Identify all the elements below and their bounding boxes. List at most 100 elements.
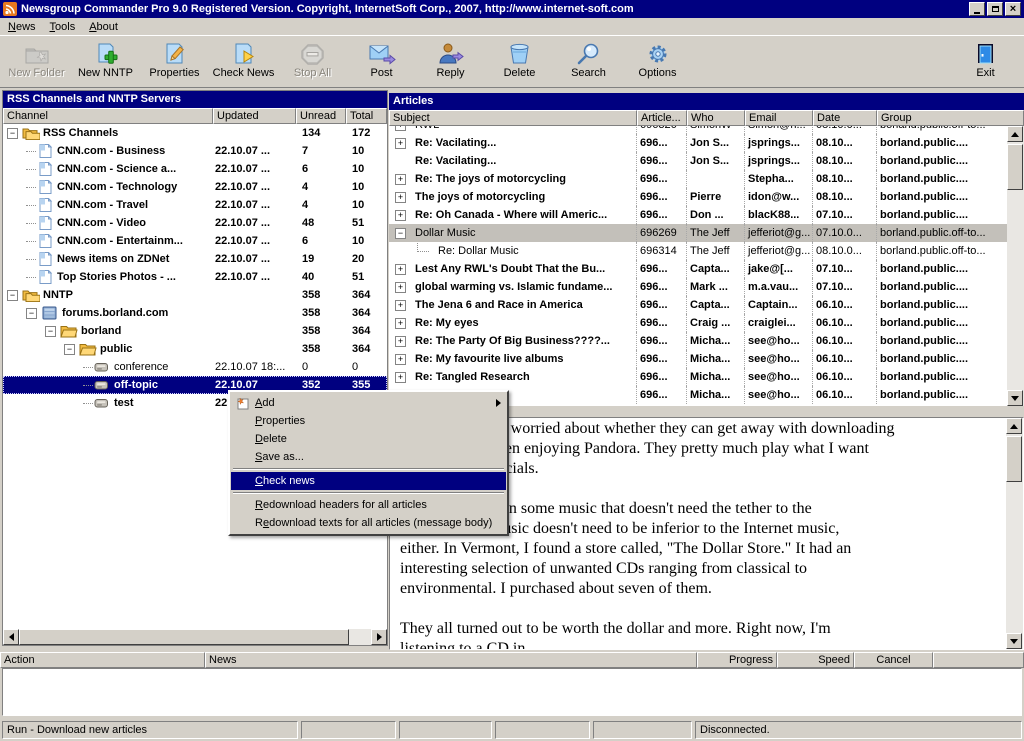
tree-row-news-items-on-zdnet[interactable]: News items on ZDNet22.10.07 ...1920: [3, 250, 387, 268]
tree-row-forums-borland-com[interactable]: −forums.borland.com358364: [3, 304, 387, 322]
scroll-down-arrow[interactable]: [1007, 390, 1023, 406]
expand-box[interactable]: +: [395, 138, 406, 149]
expand-box[interactable]: +: [395, 192, 406, 203]
context-menu-redownload-texts-for-all-articles-message-body[interactable]: Redownload texts for all articles (messa…: [231, 514, 506, 532]
scroll-up-arrow[interactable]: [1007, 126, 1023, 142]
article-row-re-the-joys-of-motorcycling[interactable]: +Re: The joys of motorcycling696...Steph…: [389, 170, 1007, 188]
articles-column-header-group[interactable]: Group: [877, 110, 1024, 126]
tree-row-cnn-com-technology[interactable]: CNN.com - Technology22.10.07 ...410: [3, 178, 387, 196]
tree-row-rss-channels[interactable]: −RSS Channels134172: [3, 124, 387, 142]
collapse-box[interactable]: −: [7, 128, 18, 139]
scroll-up-arrow[interactable]: [1006, 418, 1022, 434]
context-menu-add[interactable]: Add: [231, 394, 506, 412]
context-menu-save-as[interactable]: Save as...: [231, 448, 506, 466]
article-row-rwl[interactable]: +RWL696326SimonWSimon@n...08.10.0...borl…: [389, 126, 1007, 134]
tree-unread-cell: 0: [296, 361, 346, 373]
toolbar-properties-button[interactable]: Properties: [140, 40, 209, 86]
feed-icon: [36, 216, 54, 230]
scrollbar-thumb[interactable]: [1006, 436, 1022, 482]
horizontal-scrollbar[interactable]: [3, 629, 387, 645]
articles-vertical-scrollbar[interactable]: [1007, 126, 1024, 406]
menu-tools[interactable]: Tools: [44, 19, 84, 35]
expand-box[interactable]: +: [395, 300, 406, 311]
articles-column-header-who[interactable]: Who: [687, 110, 745, 126]
context-menu-check-news[interactable]: Check news: [231, 472, 506, 490]
scrollbar-thumb[interactable]: [19, 629, 349, 645]
tree-row-nntp[interactable]: −NNTP358364: [3, 286, 387, 304]
menu-news[interactable]: News: [2, 19, 44, 35]
tree-row-cnn-com-video[interactable]: CNN.com - Video22.10.07 ...4851: [3, 214, 387, 232]
channels-column-header-unread[interactable]: Unread: [296, 108, 346, 124]
articles-column-header-article[interactable]: Article...: [637, 110, 687, 126]
expand-box[interactable]: +: [395, 174, 406, 185]
toolbar-search-button[interactable]: Search: [554, 40, 623, 86]
message-vertical-scrollbar[interactable]: [1006, 418, 1023, 649]
channels-column-header-total[interactable]: Total: [346, 108, 387, 124]
article-group-cell: borland.public.off-to...: [877, 242, 986, 260]
collapse-box[interactable]: −: [26, 308, 37, 319]
article-row-re-vacilating[interactable]: +Re: Vacilating...696...Jon S...jsprings…: [389, 134, 1007, 152]
article-subject-cell: +The joys of motorcycling: [389, 188, 637, 206]
article-row-global-warming-vs-islamic-fundame[interactable]: +global warming vs. Islamic fundame...69…: [389, 278, 1007, 296]
article-row-dollar-music[interactable]: −Dollar Music696269The Jeffjefferiot@g..…: [389, 224, 1007, 242]
channels-column-header-updated[interactable]: Updated: [213, 108, 296, 124]
expand-box[interactable]: +: [395, 336, 406, 347]
article-row-the-joys-of-motorcycling[interactable]: +The joys of motorcycling696...Pierreido…: [389, 188, 1007, 206]
expand-box[interactable]: +: [395, 282, 406, 293]
collapse-box[interactable]: −: [64, 344, 75, 355]
article-subject-label: Re: The Party Of Big Business????...: [415, 335, 610, 347]
article-row-the-jena-6-and-race-in-america[interactable]: +The Jena 6 and Race in America696...Cap…: [389, 296, 1007, 314]
expand-box[interactable]: +: [395, 372, 406, 383]
menu-about[interactable]: About: [83, 19, 126, 35]
tree-row-top-stories-photos[interactable]: Top Stories Photos - ...22.10.07 ...4051: [3, 268, 387, 286]
collapse-box[interactable]: −: [395, 228, 406, 239]
close-button[interactable]: ×: [1005, 2, 1021, 16]
toolbar-new-nntp-button[interactable]: New NNTP: [71, 40, 140, 86]
toolbar-delete-button[interactable]: Delete: [485, 40, 554, 86]
context-menu-properties[interactable]: Properties: [231, 412, 506, 430]
add-item-icon: [231, 397, 255, 410]
article-row-re-vacilating[interactable]: Re: Vacilating...696...Jon S...jsprings.…: [389, 152, 1007, 170]
article-row-re-my-favourite-live-albums[interactable]: +Re: My favourite live albums696...Micha…: [389, 350, 1007, 368]
articles-column-header-email[interactable]: Email: [745, 110, 813, 126]
tree-row-cnn-com-entertainm[interactable]: CNN.com - Entertainm...22.10.07 ...610: [3, 232, 387, 250]
tree-row-cnn-com-business[interactable]: CNN.com - Business22.10.07 ...710: [3, 142, 387, 160]
article-row-re-the-party-of-big-business[interactable]: +Re: The Party Of Big Business????...696…: [389, 332, 1007, 350]
article-row-lest-any-rwl-s-doubt-that-the-bu[interactable]: +Lest Any RWL's Doubt That the Bu...696.…: [389, 260, 1007, 278]
article-row-re-dollar-music[interactable]: Re: Dollar Music696314The Jeffjefferiot@…: [389, 242, 1007, 260]
channels-column-header-channel[interactable]: Channel: [3, 108, 213, 124]
scroll-left-arrow[interactable]: [3, 629, 19, 645]
context-menu-redownload-headers-for-all-articles[interactable]: Redownload headers for all articles: [231, 496, 506, 514]
toolbar-post-button[interactable]: Post: [347, 40, 416, 86]
article-number-cell: 696326: [637, 126, 687, 134]
collapse-box[interactable]: −: [45, 326, 56, 337]
collapse-box[interactable]: −: [7, 290, 18, 301]
scroll-right-arrow[interactable]: [371, 629, 387, 645]
expand-box[interactable]: +: [395, 354, 406, 365]
maximize-button[interactable]: [987, 2, 1003, 16]
minimize-button[interactable]: [969, 2, 985, 16]
message-line: They all turned out to be worth the doll…: [400, 619, 1006, 639]
expand-box[interactable]: +: [395, 318, 406, 329]
article-row-re-tangled-research[interactable]: +Re: Tangled Research696...Micha...see@h…: [389, 368, 1007, 386]
article-row-re-my-eyes[interactable]: +Re: My eyes696...Craig ...craiglei...06…: [389, 314, 1007, 332]
scroll-down-arrow[interactable]: [1006, 633, 1022, 649]
articles-column-header-subject[interactable]: Subject: [389, 110, 637, 126]
article-who-cell: The Jeff: [687, 224, 745, 242]
tree-row-cnn-com-science-a[interactable]: CNN.com - Science a...22.10.07 ...610: [3, 160, 387, 178]
toolbar-exit-button[interactable]: Exit: [951, 40, 1020, 86]
expand-box[interactable]: +: [395, 126, 406, 131]
tree-row-conference[interactable]: conference22.10.07 18:...00: [3, 358, 387, 376]
scrollbar-thumb[interactable]: [1007, 144, 1023, 190]
toolbar-check-news-button[interactable]: Check News: [209, 40, 278, 86]
expand-box[interactable]: +: [395, 264, 406, 275]
tree-row-cnn-com-travel[interactable]: CNN.com - Travel22.10.07 ...410: [3, 196, 387, 214]
article-row-re-oh-canada-where-will-americ[interactable]: +Re: Oh Canada - Where will Americ...696…: [389, 206, 1007, 224]
expand-box[interactable]: +: [395, 210, 406, 221]
toolbar-options-button[interactable]: Options: [623, 40, 692, 86]
context-menu-delete[interactable]: Delete: [231, 430, 506, 448]
articles-column-header-date[interactable]: Date: [813, 110, 877, 126]
tree-row-public[interactable]: −public358364: [3, 340, 387, 358]
tree-row-borland[interactable]: −borland358364: [3, 322, 387, 340]
toolbar-reply-button[interactable]: Reply: [416, 40, 485, 86]
